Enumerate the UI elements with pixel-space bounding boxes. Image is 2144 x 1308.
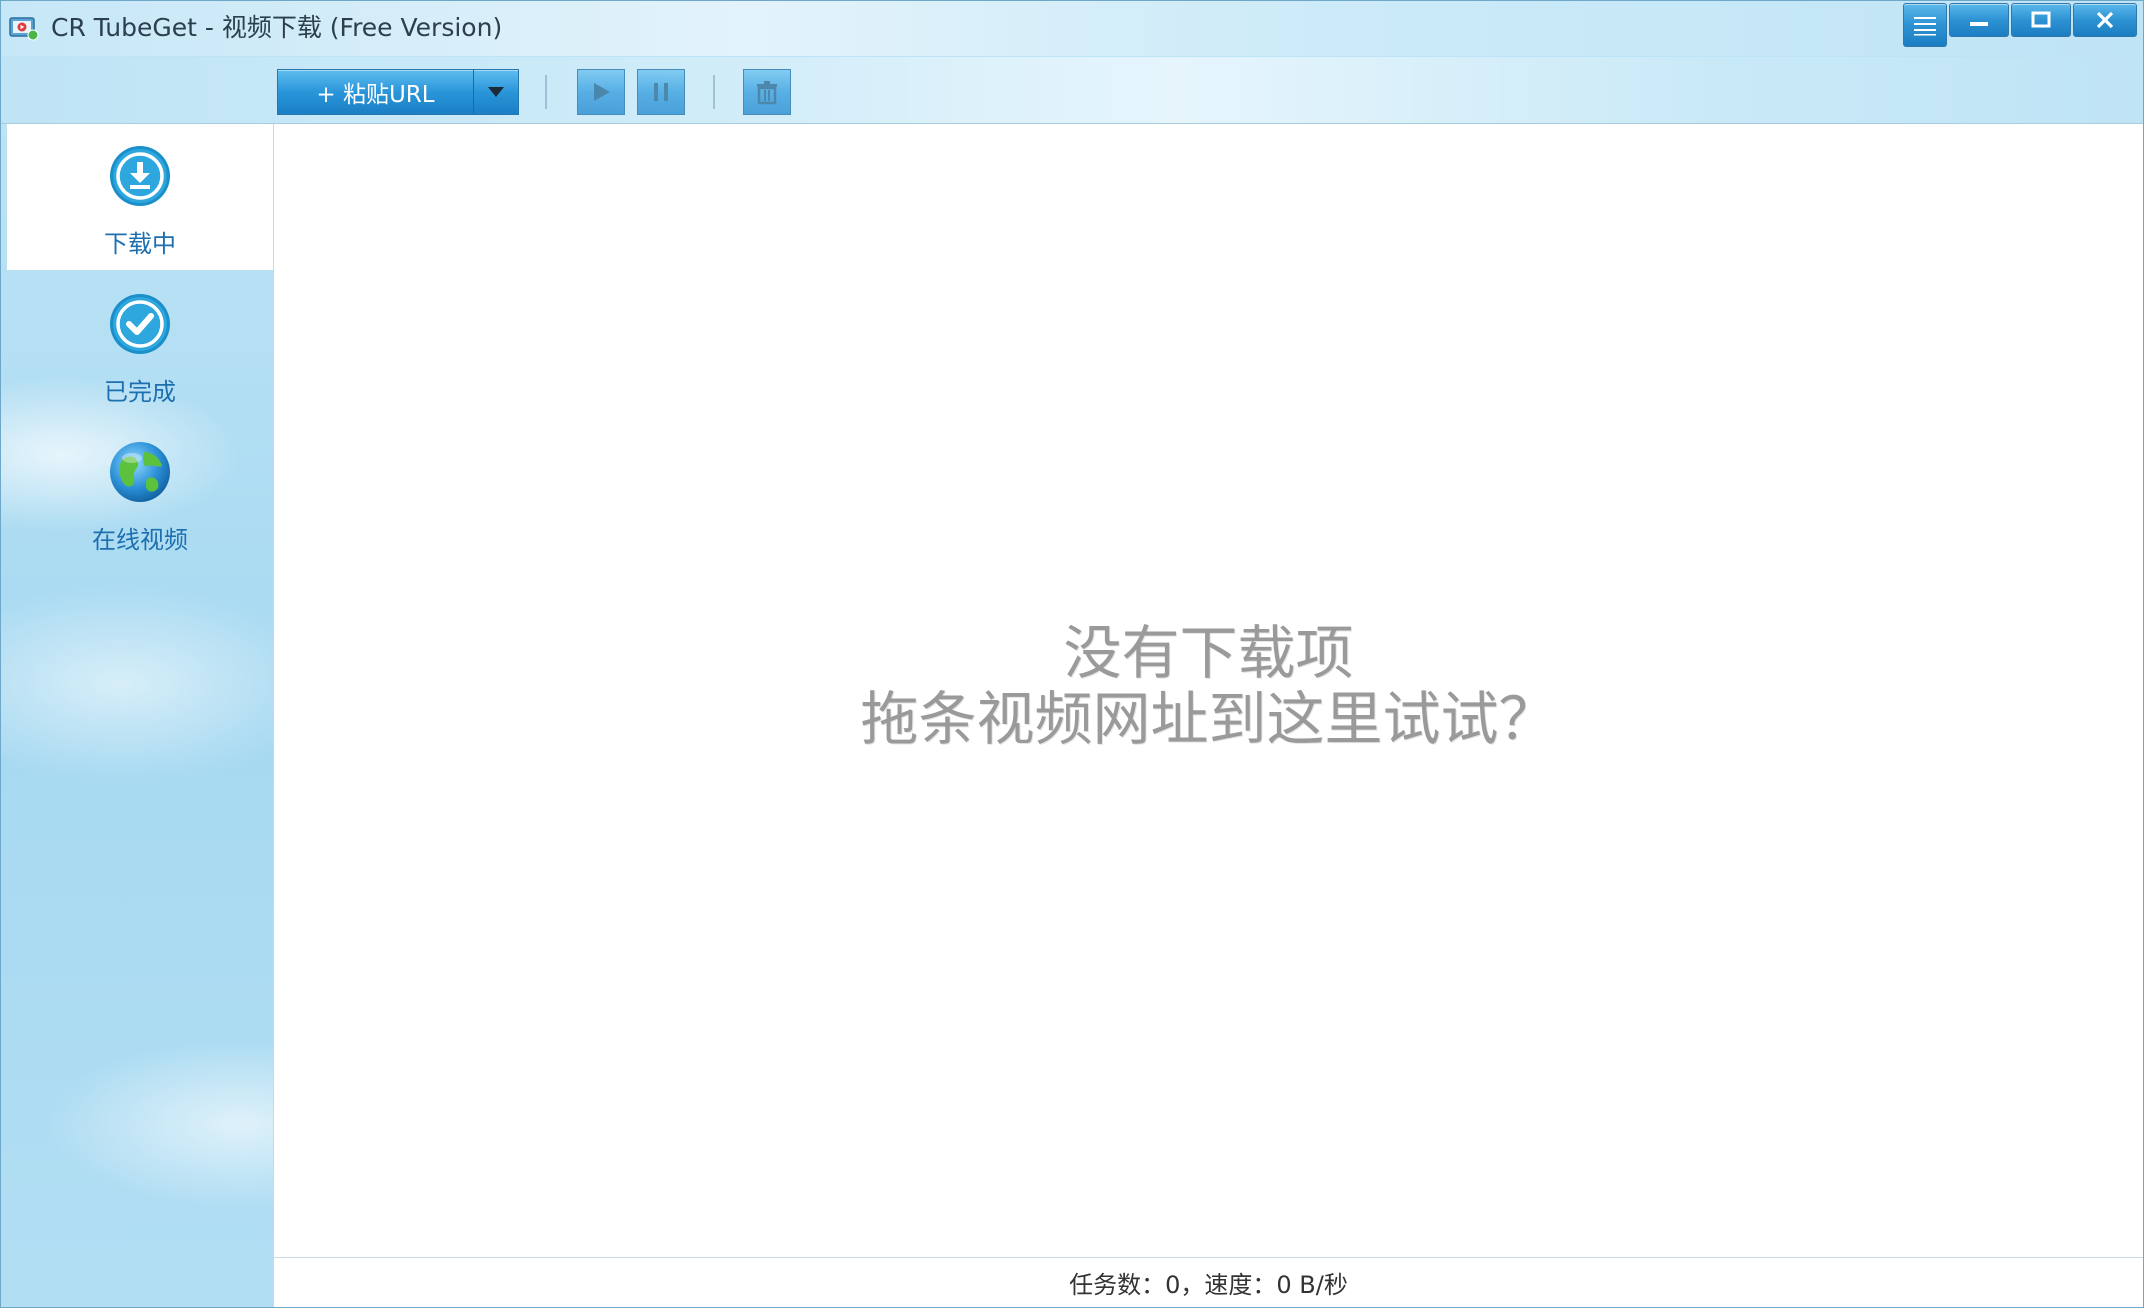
- window-controls: [1903, 3, 2137, 47]
- caret-down-icon: [488, 87, 504, 97]
- pause-button[interactable]: [637, 69, 685, 115]
- sidebar-item-downloading[interactable]: 下载中: [7, 124, 273, 270]
- app-logo-icon: [9, 17, 39, 41]
- window-title: CR TubeGet - 视频下载 (Free Version): [51, 13, 503, 42]
- minimize-button[interactable]: [1949, 3, 2009, 37]
- sidebar-item-online-video[interactable]: 在线视频: [7, 420, 273, 566]
- toolbar-separator: [713, 75, 715, 109]
- toolbar: + 粘贴URL: [1, 57, 2143, 124]
- maximize-icon: [2031, 11, 2051, 28]
- pause-icon: [654, 83, 668, 101]
- toolbar-separator: [545, 75, 547, 109]
- globe-icon: [110, 442, 170, 502]
- sidebar: 下载中 已完成 在线视频: [1, 124, 273, 1307]
- sidebar-item-label: 下载中: [104, 230, 176, 258]
- empty-state-line-1: 没有下载项: [1063, 619, 1354, 687]
- delete-button[interactable]: [743, 69, 791, 115]
- download-icon: [110, 146, 170, 206]
- close-icon: [2096, 11, 2114, 29]
- title-bar[interactable]: CR TubeGet - 视频下载 (Free Version): [1, 1, 2143, 56]
- empty-state-line-2: 拖条视频网址到这里试试？: [860, 685, 1557, 753]
- empty-state-message: 没有下载项 拖条视频网址到这里试试？: [274, 620, 2143, 752]
- sidebar-item-label: 已完成: [104, 378, 176, 406]
- app-window: CR TubeGet - 视频下载 (Free Version) + 粘贴URL…: [0, 0, 2144, 1308]
- paste-url-dropdown[interactable]: [474, 70, 518, 114]
- minimize-icon: [1970, 22, 1988, 26]
- download-list-area[interactable]: 没有下载项 拖条视频网址到这里试试？: [273, 124, 2143, 1257]
- sidebar-item-completed[interactable]: 已完成: [7, 272, 273, 418]
- hamburger-menu-icon: [1914, 17, 1936, 36]
- paste-url-label[interactable]: + 粘贴URL: [278, 70, 474, 114]
- sidebar-item-label: 在线视频: [92, 526, 188, 554]
- start-button[interactable]: [577, 69, 625, 115]
- status-text: 任务数：0，速度：0 B/秒: [1069, 1271, 1348, 1299]
- menu-button[interactable]: [1903, 3, 1947, 47]
- status-bar: 任务数：0，速度：0 B/秒: [273, 1257, 2143, 1307]
- trash-icon: [757, 81, 777, 105]
- maximize-button[interactable]: [2011, 3, 2071, 37]
- paste-url-button[interactable]: + 粘贴URL: [277, 69, 519, 115]
- play-icon: [594, 83, 610, 101]
- check-circle-icon: [110, 294, 170, 354]
- close-button[interactable]: [2073, 3, 2137, 37]
